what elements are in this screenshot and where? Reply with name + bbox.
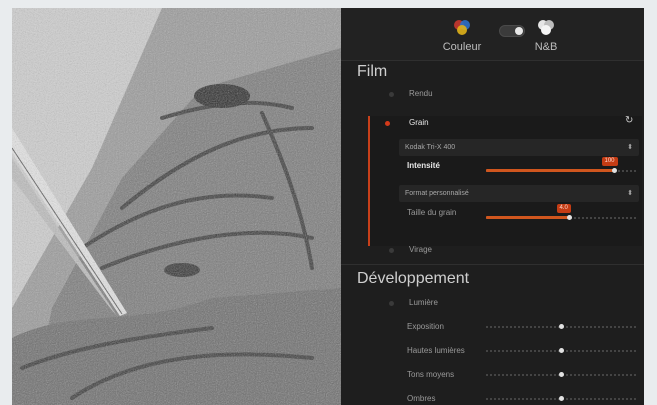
grain-preset-value: Kodak Tri-X 400 bbox=[405, 144, 456, 151]
intensite-label: Intensité bbox=[407, 161, 440, 170]
taille-slider-fill bbox=[486, 216, 569, 219]
rendu-label[interactable]: Rendu bbox=[409, 89, 433, 98]
lumiere-toggle-dot[interactable] bbox=[389, 301, 394, 306]
divider bbox=[341, 264, 644, 265]
mode-bar: Couleur N&B bbox=[341, 8, 644, 60]
lumiere-slider-handle[interactable] bbox=[559, 348, 564, 353]
bw-circles-icon bbox=[529, 18, 563, 39]
section-title-developpement: Développement bbox=[357, 270, 470, 287]
grain-group bbox=[368, 116, 642, 246]
mode-nb-label: N&B bbox=[534, 41, 558, 53]
lumiere-slider-label: Exposition bbox=[407, 322, 444, 331]
lumiere-label[interactable]: Lumière bbox=[409, 298, 438, 307]
lumiere-slider-label: Ombres bbox=[407, 394, 436, 403]
intensite-value: 100 bbox=[601, 157, 618, 166]
lumiere-slider-label: Hautes lumières bbox=[407, 346, 465, 355]
toggle-knob bbox=[515, 27, 523, 35]
reset-icon[interactable]: ↻ bbox=[625, 115, 633, 126]
grain-format-value: Format personnalisé bbox=[405, 190, 469, 197]
virage-label[interactable]: Virage bbox=[409, 245, 432, 254]
select-arrows-icon: ⬍ bbox=[627, 144, 633, 151]
intensite-slider-handle[interactable] bbox=[611, 168, 617, 173]
section-title-film: Film bbox=[357, 63, 388, 80]
grain-active-dot[interactable] bbox=[385, 121, 390, 126]
photo-preview bbox=[12, 8, 341, 405]
app-frame: Couleur N&B Film Rendu Grain ↻ Kodak Tri… bbox=[12, 8, 644, 405]
grain-preset-select[interactable]: Kodak Tri-X 400 ⬍ bbox=[399, 139, 639, 156]
taille-slider-handle[interactable] bbox=[566, 215, 572, 220]
lumiere-slider-handle[interactable] bbox=[559, 324, 564, 329]
select-arrows-icon: ⬍ bbox=[627, 190, 633, 197]
mode-toggle[interactable] bbox=[499, 25, 525, 37]
color-circles-icon bbox=[439, 18, 485, 39]
grain-label[interactable]: Grain bbox=[409, 118, 429, 127]
grain-format-select[interactable]: Format personnalisé ⬍ bbox=[399, 185, 639, 202]
intensite-slider-fill bbox=[486, 169, 614, 172]
lumiere-slider-handle[interactable] bbox=[559, 396, 564, 401]
taille-label: Taille du grain bbox=[407, 208, 457, 217]
settings-panel: Couleur N&B Film Rendu Grain ↻ Kodak Tri… bbox=[341, 8, 644, 405]
mode-couleur-label: Couleur bbox=[442, 41, 482, 53]
lumiere-slider-handle[interactable] bbox=[559, 372, 564, 377]
virage-toggle-dot[interactable] bbox=[389, 248, 394, 253]
mode-couleur[interactable]: Couleur bbox=[439, 18, 485, 53]
lumiere-slider-label: Tons moyens bbox=[407, 370, 455, 379]
rendu-toggle-dot[interactable] bbox=[389, 92, 394, 97]
mode-nb[interactable]: N&B bbox=[529, 18, 563, 53]
taille-value: 4.0 bbox=[556, 204, 571, 213]
photo-image bbox=[12, 8, 341, 405]
divider bbox=[341, 60, 644, 61]
